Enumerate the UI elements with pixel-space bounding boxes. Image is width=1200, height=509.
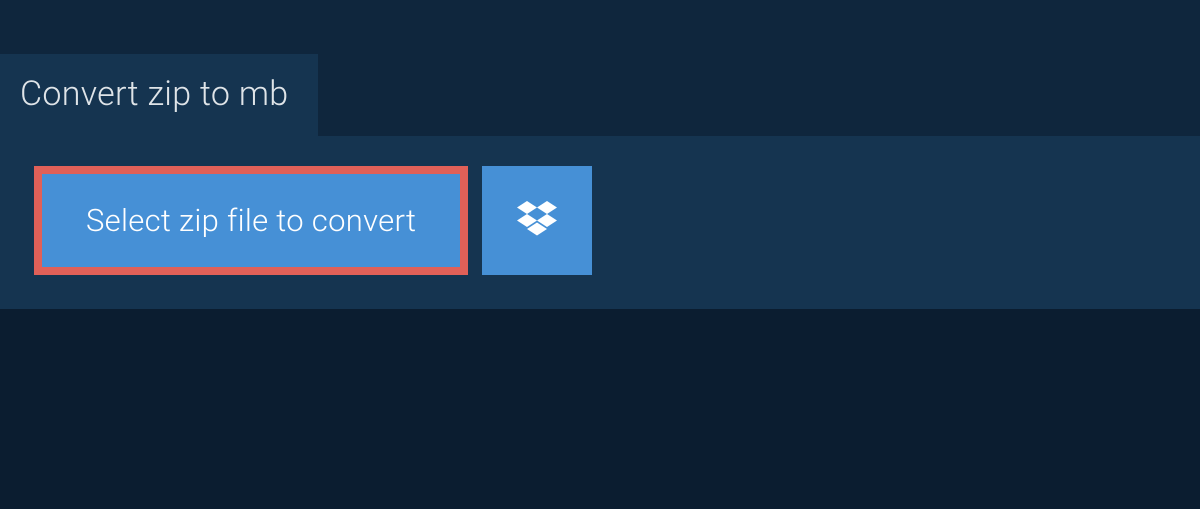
page-title: Convert zip to mb (20, 74, 288, 114)
header-tab: Convert zip to mb (0, 54, 318, 136)
dropbox-icon (517, 201, 557, 241)
bottom-region (0, 309, 1200, 509)
select-file-button[interactable]: Select zip file to convert (34, 166, 468, 275)
dropbox-button[interactable] (482, 166, 592, 275)
upload-panel: Select zip file to convert (0, 136, 1200, 309)
select-file-button-label: Select zip file to convert (86, 202, 416, 239)
